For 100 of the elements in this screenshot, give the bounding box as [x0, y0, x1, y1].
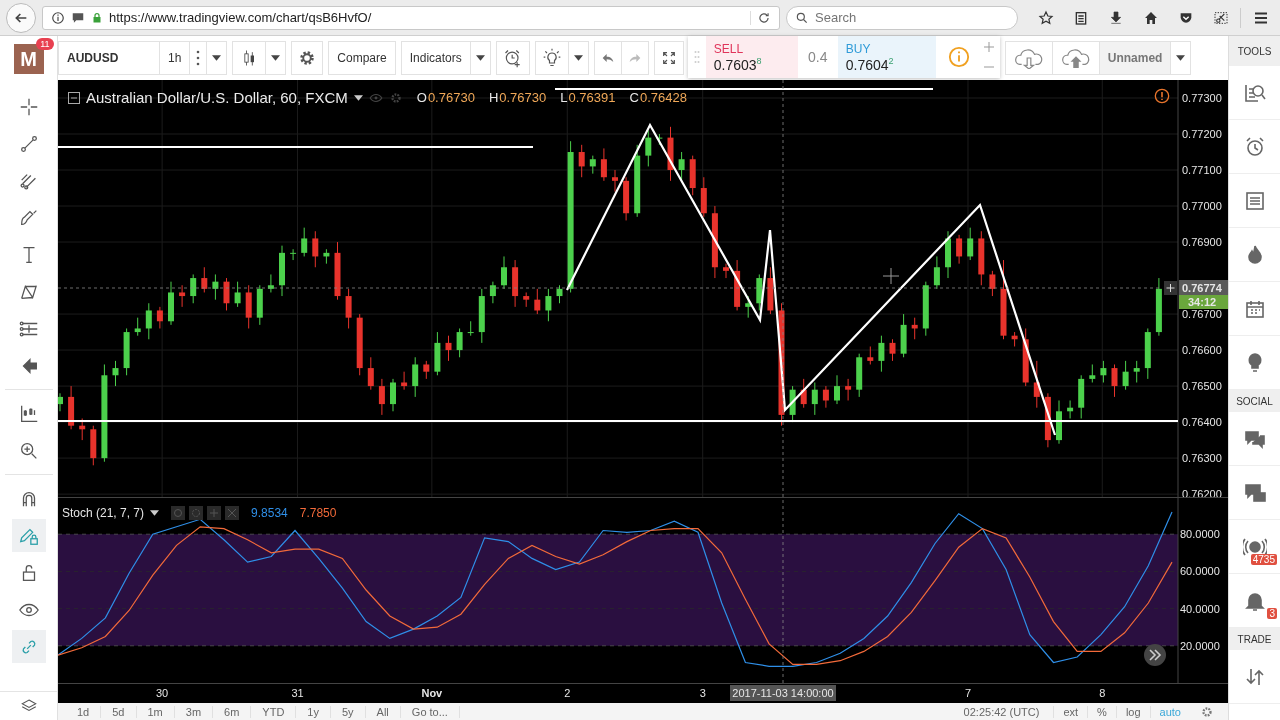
- range-button[interactable]: YTD: [251, 705, 297, 718]
- candlestick: [223, 277, 230, 311]
- compare-button[interactable]: Compare: [328, 41, 396, 75]
- candlestick: [1111, 363, 1118, 398]
- time-label: 31: [291, 687, 304, 699]
- scale-option[interactable]: ext: [1053, 705, 1088, 718]
- range-button[interactable]: 5d: [101, 705, 137, 718]
- candlestick: [312, 230, 319, 268]
- alarm-add-icon[interactable]: [502, 48, 523, 68]
- search-field[interactable]: Search: [786, 5, 1018, 30]
- candlestick: [967, 227, 974, 261]
- candlestick: [201, 266, 208, 293]
- caret-icon[interactable]: [573, 55, 583, 61]
- time-label: Nov: [421, 687, 443, 699]
- candlestick: [556, 284, 563, 304]
- symbol-title[interactable]: Australian Dollar/U.S. Dollar, 60, FXCM: [86, 89, 348, 106]
- layout-name-button[interactable]: Unnamed: [1098, 41, 1172, 75]
- candlestick: [301, 227, 308, 257]
- count-badge: 3: [1267, 608, 1277, 619]
- buy-button[interactable]: BUY 0.7604$^{2}$: [837, 36, 936, 78]
- lock-icon: [91, 11, 103, 24]
- candlestick: [290, 248, 297, 261]
- range-button[interactable]: 1m: [136, 705, 175, 718]
- fullscreen-icon[interactable]: [660, 50, 677, 66]
- candlestick: [678, 151, 685, 182]
- alert-icon[interactable]: [1154, 88, 1170, 104]
- back-button[interactable]: [6, 2, 36, 33]
- range-button[interactable]: 5y: [330, 705, 366, 718]
- scale-option[interactable]: %: [1087, 705, 1116, 718]
- caret-icon[interactable]: [353, 94, 363, 101]
- search-icon: [795, 10, 809, 25]
- scissors-icon[interactable]: [1213, 9, 1229, 26]
- ohlc-value: C0.76428: [629, 90, 687, 105]
- indicator-name[interactable]: Stoch (21, 7, 7): [62, 506, 145, 520]
- range-button[interactable]: 6m: [213, 705, 252, 718]
- candlestick: [1089, 363, 1096, 383]
- symbol-field[interactable]: AUDUSD: [58, 41, 160, 75]
- download-icon[interactable]: [1108, 9, 1124, 26]
- time-label: 3: [699, 687, 706, 699]
- candlestick: [645, 129, 652, 167]
- indicator-value: 7.7850: [299, 506, 337, 520]
- caret-icon[interactable]: [212, 55, 222, 61]
- range-button[interactable]: 3m: [174, 705, 214, 718]
- caret-icon[interactable]: [271, 55, 281, 61]
- crosshair-time-tag: 2017-11-03 14:00:00: [730, 685, 836, 701]
- cloud-upload-icon[interactable]: [1060, 47, 1091, 69]
- candlestick: [367, 356, 374, 391]
- home-icon[interactable]: [1143, 9, 1159, 26]
- candlestick: [390, 378, 396, 412]
- time-label: 2: [564, 687, 571, 699]
- price-label: 0.77300: [1182, 92, 1222, 104]
- interval-button[interactable]: 1h: [159, 41, 191, 75]
- candlestick: [811, 381, 818, 416]
- candlestick: [878, 335, 885, 373]
- notification-badge: 11: [36, 38, 54, 50]
- candlestick: [723, 263, 729, 279]
- price-label: 0.76500: [1182, 380, 1222, 393]
- sell-button[interactable]: SELL 0.7603$^{8}$: [705, 36, 798, 78]
- address-bar[interactable]: https://www.tradingview.com/chart/qsB6HvfO/: [42, 5, 780, 30]
- caret-icon[interactable]: [1176, 55, 1186, 61]
- candlestick: [467, 320, 474, 337]
- range-button[interactable]: 1y: [296, 705, 331, 718]
- caret-icon[interactable]: [150, 510, 160, 516]
- caret-icon[interactable]: [475, 55, 485, 61]
- link-tool[interactable]: [11, 630, 46, 663]
- candlestick: [134, 317, 141, 337]
- price-label: 0.76900: [1182, 236, 1222, 249]
- indicators-button[interactable]: Indicators: [400, 41, 471, 75]
- price-label: 0.77200: [1182, 128, 1222, 140]
- candlestick: [989, 270, 996, 297]
- time-label: 8: [1099, 687, 1106, 699]
- more-icon[interactable]: [195, 48, 202, 68]
- lightbulb-icon[interactable]: [541, 48, 562, 68]
- bookmark-star-icon[interactable]: [1038, 9, 1054, 26]
- reading-list-icon[interactable]: [1073, 9, 1089, 26]
- settings-icon[interactable]: [298, 49, 317, 67]
- scroll-right-button[interactable]: [1144, 644, 1166, 666]
- crosshair-plus-icon[interactable]: [1164, 281, 1177, 295]
- scale-option[interactable]: log: [1115, 705, 1150, 718]
- settings-icon[interactable]: [1200, 704, 1214, 719]
- candlestick: [401, 371, 408, 391]
- candlestick: [612, 169, 618, 193]
- price-label: 0.77100: [1182, 164, 1222, 177]
- reload-icon[interactable]: [750, 10, 771, 25]
- candlestick: [845, 378, 852, 401]
- candlestick: [145, 302, 152, 340]
- indicator-axis-label: 20.0000: [1180, 639, 1220, 652]
- candlestick: [58, 392, 63, 412]
- price-label: 0.76300: [1182, 452, 1222, 465]
- ohlc-value: H0.76730: [488, 90, 547, 105]
- range-button[interactable]: All: [365, 705, 401, 718]
- go-to-button[interactable]: Go to...: [400, 705, 460, 718]
- range-button[interactable]: 1d: [66, 705, 102, 718]
- price-label: 0.76400: [1182, 416, 1222, 429]
- collapse-icon[interactable]: [68, 91, 80, 104]
- candlestick: [501, 255, 507, 290]
- cloud-download-icon[interactable]: [1013, 47, 1044, 69]
- candlestick: [345, 288, 352, 329]
- candlestick: [456, 327, 463, 358]
- candlestick: [445, 335, 452, 362]
